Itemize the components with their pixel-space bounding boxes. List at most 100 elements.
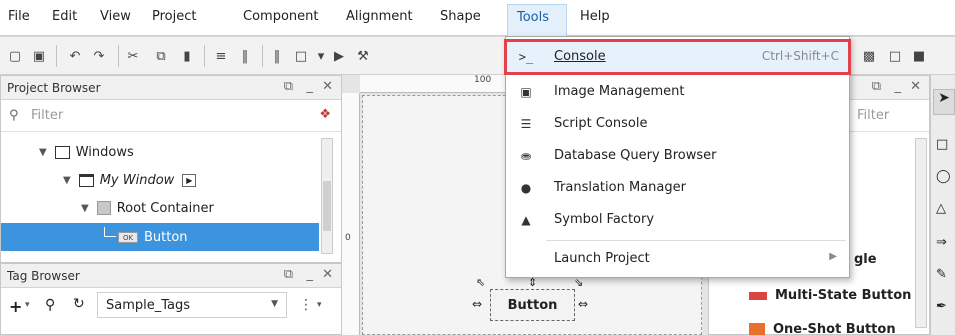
locate-icon[interactable]: ❖ [319,107,331,122]
resize-handle-icon[interactable]: ⇔ [472,297,482,311]
search-icon: ⚲ [9,108,19,123]
search-icon[interactable]: ⚲ [45,297,55,313]
tree-scrollbar[interactable] [321,138,333,254]
connector-tool-icon[interactable]: ⇒ [936,235,947,250]
palette-item-one-shot-button[interactable]: One-Shot Button [749,322,896,335]
add-tag-icon[interactable]: + [9,297,22,316]
dropdown-arrow-icon[interactable]: ▾ [312,47,330,65]
toolbar-separator [118,45,119,67]
wrench-icon[interactable]: ⚒ [354,47,372,65]
collapse-arrow-icon[interactable]: ▼ [81,203,89,214]
project-browser-panel: Project Browser ⧉ _ ✕ ⚲ Filter ❖ ▼ Windo… [0,75,342,263]
globe-icon: ● [520,181,532,195]
palette-item-toggle[interactable]: gle [854,252,877,267]
resize-handle-icon[interactable]: ⇔ [578,297,588,311]
project-filter-input[interactable]: Filter [31,108,63,123]
palette-item-label: Multi-State Button [775,288,912,303]
distribute-icon[interactable]: ‖ [236,47,254,65]
tree-label-my-window: My Window [99,172,175,188]
restore-icon[interactable]: ⧉ [284,267,293,282]
tag-browser-title: Tag Browser [7,269,80,283]
shape-tool-icon[interactable]: △ [936,201,946,216]
save-all-icon[interactable]: ▣ [30,47,48,65]
menu-item-label: Image Management [554,84,685,99]
multi-state-button-icon [749,291,767,300]
menu-item-symbol-factory[interactable]: ▲ Symbol Factory [506,204,849,236]
menu-alignment[interactable]: Alignment [346,9,413,24]
cut-icon[interactable]: ✂ [124,47,142,65]
menu-shape[interactable]: Shape [440,9,481,24]
menu-item-translation-manager[interactable]: ● Translation Manager [506,172,849,204]
palette-filter-input[interactable]: Filter [857,108,889,123]
restore-icon[interactable]: ⧉ [284,79,293,94]
launch-window-icon[interactable]: ▶ [182,173,197,187]
eyedropper-tool-icon[interactable]: ✒ [936,299,947,314]
more-options-icon[interactable]: ⋮ [299,297,313,313]
collapse-arrow-icon[interactable]: ▼ [63,175,71,186]
tree-item-button[interactable]: OK Button [1,223,319,251]
scrollbar-thumb[interactable] [323,181,331,231]
close-icon[interactable]: ✕ [322,79,333,94]
menu-item-image-management[interactable]: ▣ Image Management [506,76,849,108]
menu-tools[interactable]: Tools [507,4,567,36]
toolbar-separator [262,45,263,67]
script-console-icon: ☰ [520,117,532,131]
menu-item-label: Console [554,49,606,64]
menu-component[interactable]: Component [243,9,318,24]
toolbar-separator [56,45,57,67]
tree-item-my-window[interactable]: ▼ My Window ▶ [63,166,197,194]
play-icon[interactable]: ▶ [330,47,348,65]
window-icon [78,173,94,187]
menu-edit[interactable]: Edit [52,9,77,24]
undo-icon[interactable]: ↶ [66,47,84,65]
minimize-icon[interactable]: _ [307,79,314,94]
menu-help[interactable]: Help [580,9,610,24]
tag-provider-select[interactable]: Sample_Tags ▼ [97,292,287,318]
save-icon[interactable]: ▢ [6,47,24,65]
menu-view[interactable]: View [100,9,131,24]
layer-icon[interactable]: ‖ [268,47,286,65]
selected-button-component[interactable]: Button [490,289,575,321]
menu-item-console[interactable]: >_ Console Ctrl+Shift+C [504,39,851,75]
block-icon[interactable]: ■ [910,47,928,65]
menu-item-script-console[interactable]: ☰ Script Console [506,108,849,140]
ruler-label: 0 [345,233,351,243]
copy-icon[interactable]: ⧉ [152,47,170,65]
container-icon [96,201,111,215]
project-browser-header: Project Browser ⧉ _ ✕ [1,76,341,100]
minimize-icon[interactable]: _ [895,79,902,94]
lasso-tool-icon[interactable]: ◯ [936,169,951,184]
pointer-tool-icon[interactable]: ➤ [933,89,955,115]
menu-item-launch-project[interactable]: Launch Project ▶ [506,243,849,275]
close-icon[interactable]: ✕ [910,79,921,94]
menu-item-database-query-browser[interactable]: ⛂ Database Query Browser [506,140,849,172]
tree-item-windows[interactable]: ▼ Windows [39,138,134,166]
collapse-arrow-icon[interactable]: ▼ [39,147,47,158]
paste-icon[interactable]: ▮ [178,47,196,65]
close-icon[interactable]: ✕ [322,267,333,282]
group-icon[interactable]: ▩ [860,47,878,65]
project-browser-title: Project Browser [7,81,101,95]
palette-item-multi-state-button[interactable]: Multi-State Button [749,288,911,303]
align-icon[interactable]: ≡ [212,47,230,65]
tag-provider-value: Sample_Tags [106,298,191,313]
tree-item-root-container[interactable]: ▼ Root Container [81,194,214,222]
menu-project[interactable]: Project [152,9,196,24]
resize-handle-icon[interactable]: ⇖ [476,276,485,289]
window-icon[interactable]: □ [886,47,904,65]
minimize-icon[interactable]: _ [307,267,314,282]
pencil-tool-icon[interactable]: ✎ [936,267,947,282]
refresh-icon[interactable]: ↻ [73,296,85,312]
redo-icon[interactable]: ↷ [90,47,108,65]
dropdown-arrow-icon[interactable]: ▾ [317,300,322,310]
project-filter-row: ⚲ Filter ❖ [1,100,341,132]
grid-icon[interactable]: □ [292,47,310,65]
tree-label-windows: Windows [75,144,134,160]
tag-browser-panel: Tag Browser ⧉ _ ✕ + ▾ ⚲ ↻ Sample_Tags ▼ … [0,263,342,335]
selection-tool-icon[interactable]: □ [936,137,948,152]
dropdown-arrow-icon[interactable]: ▾ [25,300,30,310]
restore-icon[interactable]: ⧉ [872,79,881,94]
palette-scrollbar[interactable] [915,138,927,328]
menu-file[interactable]: File [8,9,30,24]
chevron-down-icon: ▼ [271,299,278,309]
